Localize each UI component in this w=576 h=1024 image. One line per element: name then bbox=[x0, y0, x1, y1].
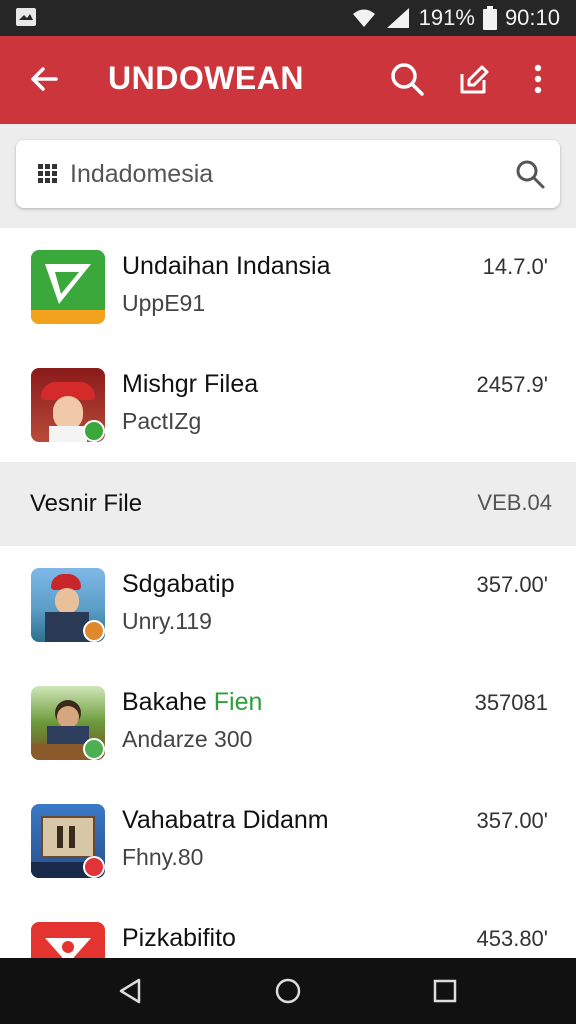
alert-badge-icon bbox=[83, 856, 105, 878]
verified-badge-icon bbox=[83, 420, 105, 442]
search-field-icon[interactable] bbox=[514, 158, 546, 190]
signal-icon bbox=[386, 8, 409, 28]
item-value: 453.80' bbox=[476, 926, 549, 951]
page-title: UNDOWEAN bbox=[108, 60, 304, 96]
section-label: Vesnir File bbox=[30, 490, 143, 517]
battery-icon bbox=[482, 6, 497, 30]
item-sub: Unry.119 bbox=[122, 608, 212, 634]
child-boat-photo-icon bbox=[31, 686, 105, 760]
child-lake-photo-icon bbox=[31, 568, 105, 642]
item-value: 14.7.0' bbox=[482, 254, 548, 279]
sign-board-photo-icon bbox=[31, 804, 105, 878]
item-sub: Fhny.80 bbox=[122, 844, 204, 870]
wifi-icon bbox=[352, 9, 375, 27]
search-icon[interactable] bbox=[388, 60, 426, 98]
item-value: 357.00' bbox=[476, 572, 549, 597]
app-bar: UNDOWEAN bbox=[0, 36, 576, 124]
item-name-accent: Fien bbox=[213, 688, 263, 716]
home-circle-icon[interactable] bbox=[273, 976, 303, 1006]
item-name: Vahabatra Didanm bbox=[122, 806, 329, 834]
status-right: 191% 90:10 bbox=[351, 5, 560, 31]
search-area: Indadomesia bbox=[0, 124, 576, 228]
item-value: 2457.9' bbox=[476, 372, 549, 397]
item-sub: UppE91 bbox=[122, 290, 206, 316]
list-item[interactable]: Undaihan Indansia UppE91 14.7.0' bbox=[0, 228, 576, 347]
refresh-badge-icon bbox=[83, 738, 105, 760]
item-value: 357081 bbox=[474, 690, 548, 715]
item-name: Undaihan Indansia bbox=[122, 252, 331, 280]
section-header: Vesnir File VEB.04 bbox=[0, 462, 576, 546]
recents-square-icon[interactable] bbox=[430, 976, 460, 1006]
child-red-hat-photo-icon bbox=[31, 368, 105, 442]
notification-icon bbox=[16, 8, 36, 26]
item-value: 357.00' bbox=[476, 808, 549, 833]
back-arrow-icon[interactable] bbox=[26, 60, 64, 98]
battery-percent: 191% bbox=[418, 5, 475, 30]
item-name: Pizkabifito bbox=[122, 924, 236, 952]
list-item[interactable]: Sdgabatip Unry.119 357.00' bbox=[0, 546, 576, 665]
status-bar: 191% 90:10 bbox=[0, 0, 576, 36]
search-field[interactable]: Indadomesia bbox=[16, 140, 560, 208]
list-item[interactable]: Bakahe Fien Andarze 300 357081 bbox=[0, 664, 576, 783]
item-name: Bakahe Fien bbox=[122, 688, 263, 716]
green-play-app-icon bbox=[31, 250, 105, 324]
item-name: Mishgr Filea bbox=[122, 370, 259, 398]
clock: 90:10 bbox=[504, 5, 560, 30]
system-nav-bar bbox=[0, 958, 576, 1024]
more-vert-icon[interactable] bbox=[524, 60, 552, 98]
list-item[interactable]: Vahabatra Didanm Fhny.80 357.00' bbox=[0, 782, 576, 901]
item-name: Sdgabatip bbox=[122, 570, 235, 598]
edit-share-icon[interactable] bbox=[454, 60, 492, 98]
search-query[interactable]: Indadomesia bbox=[70, 160, 213, 189]
item-sub: Andarze 300 bbox=[122, 726, 253, 752]
list-item[interactable]: Mishgr Filea PactIZg 2457.9' bbox=[0, 346, 576, 465]
section-count: VEB.04 bbox=[477, 490, 552, 515]
item-sub: PactIZg bbox=[122, 408, 202, 434]
grid-icon bbox=[38, 164, 57, 183]
rotate-badge-icon bbox=[83, 620, 105, 642]
back-triangle-icon[interactable] bbox=[115, 976, 145, 1006]
